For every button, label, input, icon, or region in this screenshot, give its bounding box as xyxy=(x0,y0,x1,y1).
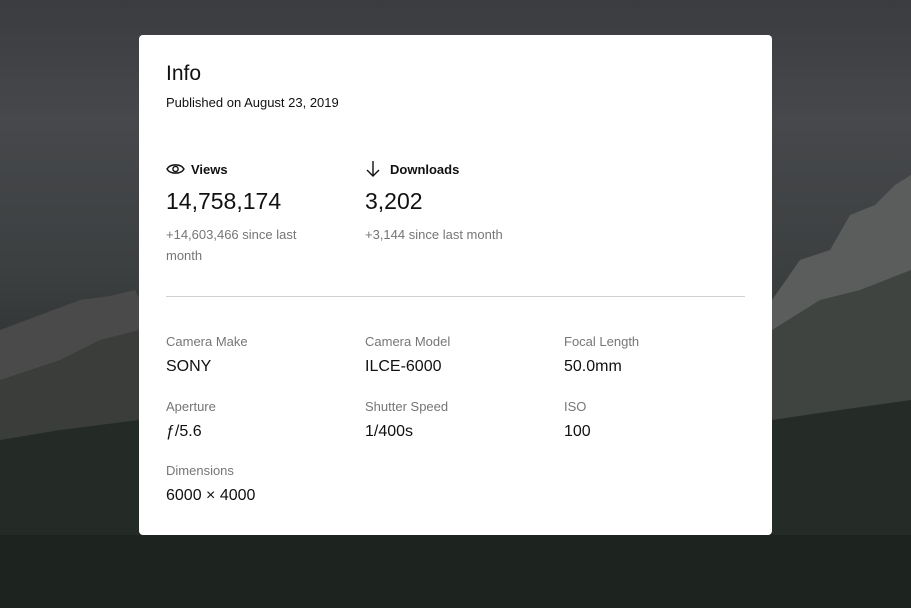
eye-icon xyxy=(166,159,186,179)
spec-iso: ISO 100 xyxy=(564,399,744,442)
spec-label: Aperture xyxy=(166,399,216,414)
section-divider xyxy=(166,296,745,297)
spec-value: 1/400s xyxy=(365,423,414,440)
spec-value: SONY xyxy=(166,358,212,375)
spec-value: 50.0mm xyxy=(564,358,622,375)
downloads-value: 3,202 xyxy=(365,188,423,214)
spec-value: 6000 × 4000 xyxy=(166,487,256,504)
downloads-delta: +3,144 since last month xyxy=(365,227,503,242)
views-label: Views xyxy=(191,161,228,177)
arrow-down-icon xyxy=(365,159,385,179)
spec-label: Focal Length xyxy=(564,334,640,349)
downloads-label: Downloads xyxy=(390,161,460,177)
spec-label: Camera Model xyxy=(365,334,451,349)
modal-title: Info xyxy=(166,62,202,85)
spec-shutter-speed: Shutter Speed 1/400s xyxy=(365,399,545,442)
views-delta: +14,603,466 since last month xyxy=(166,227,297,263)
spec-focal-length: Focal Length 50.0mm xyxy=(564,334,744,377)
spec-dimensions: Dimensions 6000 × 4000 xyxy=(166,463,346,506)
spec-label: Shutter Speed xyxy=(365,399,449,414)
spec-label: Dimensions xyxy=(166,463,234,478)
info-modal: Info Published on August 23, 2019 Views … xyxy=(139,35,772,535)
spec-camera-model: Camera Model ILCE-6000 xyxy=(365,334,545,377)
spec-label: Camera Make xyxy=(166,334,248,349)
spec-value: 100 xyxy=(564,423,591,440)
spec-value: ILCE-6000 xyxy=(365,358,442,375)
spec-camera-make: Camera Make SONY xyxy=(166,334,346,377)
views-stat: Views 14,758,174 +14,603,466 since last … xyxy=(166,159,336,266)
views-header: Views xyxy=(166,159,336,179)
downloads-stat: Downloads 3,202 +3,144 since last month xyxy=(365,159,535,245)
spec-aperture: Aperture ƒ/5.6 xyxy=(166,399,346,442)
spec-label: ISO xyxy=(564,399,587,414)
downloads-header: Downloads xyxy=(365,159,535,179)
published-date: Published on August 23, 2019 xyxy=(166,95,339,110)
spec-value: ƒ/5.6 xyxy=(166,423,202,440)
views-value: 14,758,174 xyxy=(166,188,282,214)
